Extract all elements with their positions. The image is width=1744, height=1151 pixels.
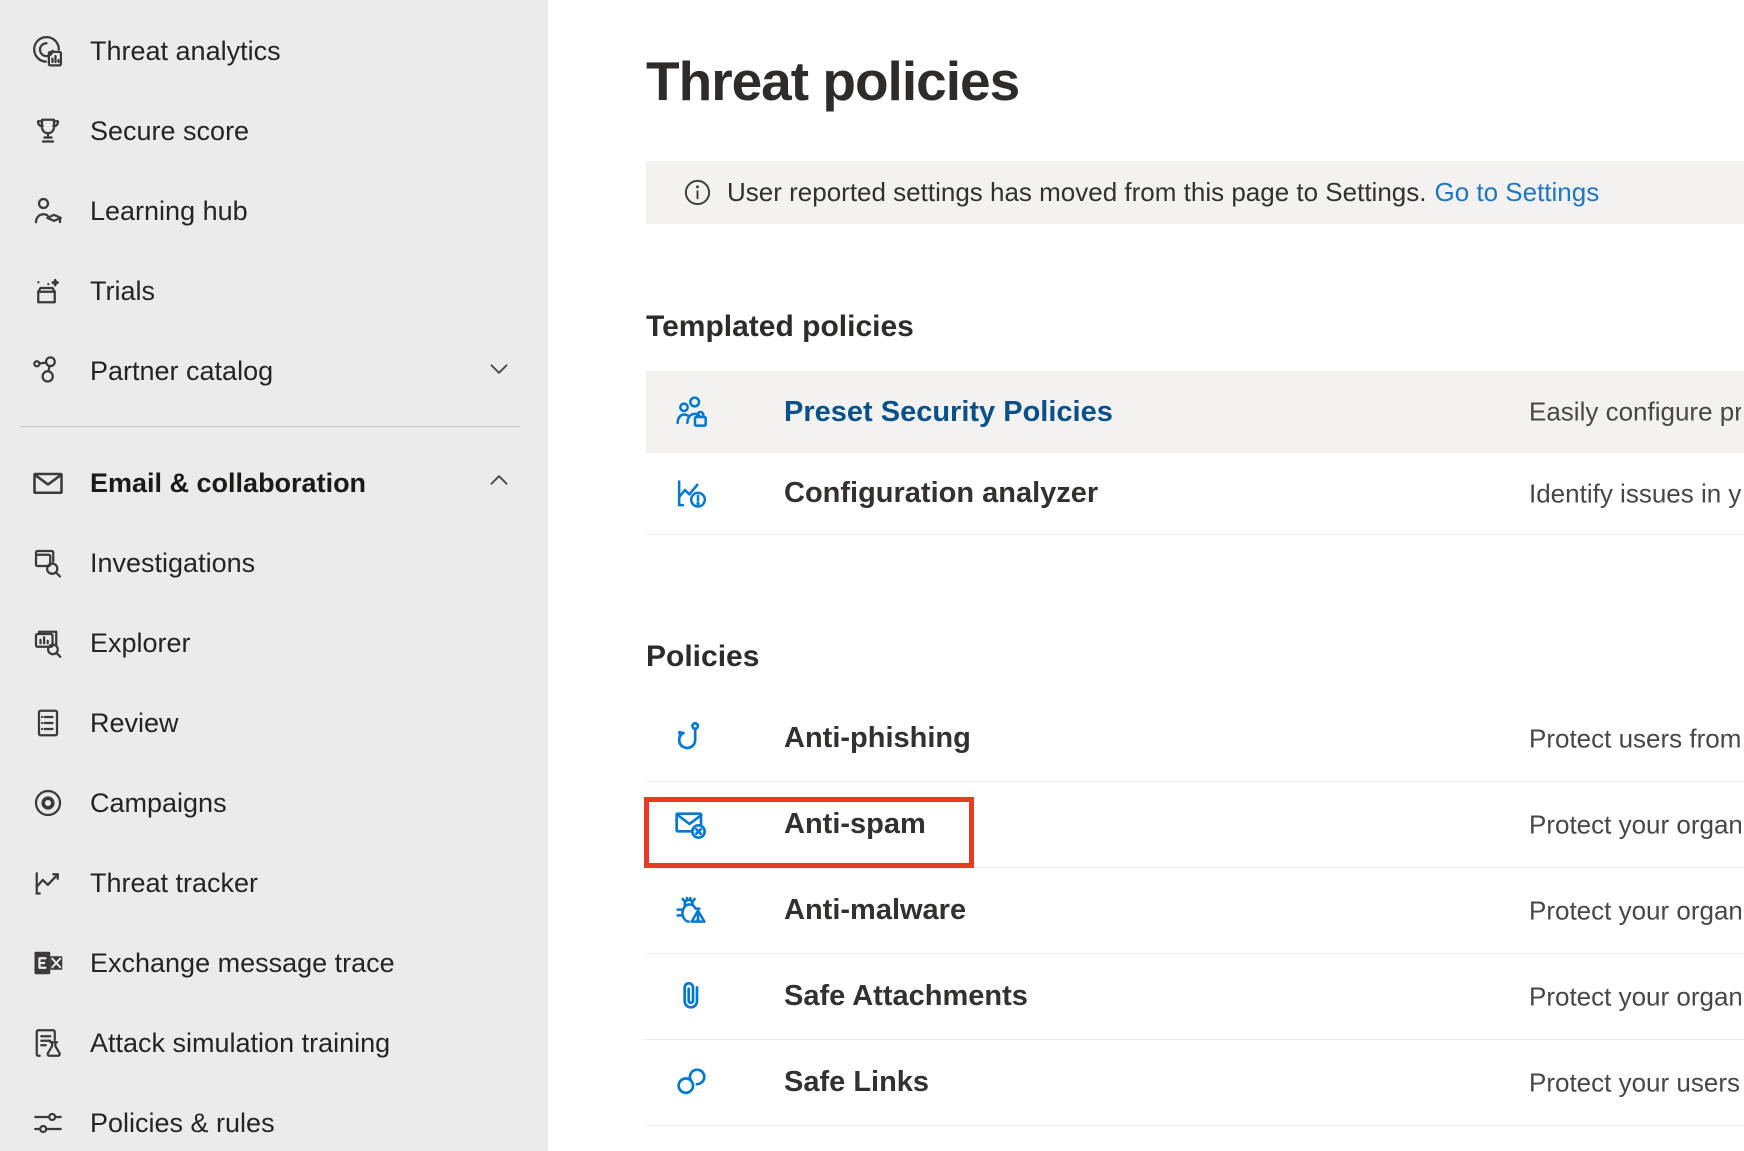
anti-phishing-icon (670, 717, 714, 761)
sidebar-item-policies-rules[interactable]: Policies & rules (0, 1083, 548, 1151)
row-label[interactable]: Anti-spam (784, 808, 926, 841)
row-description: Easily configure prot (1529, 397, 1741, 428)
row-anti-phishing[interactable]: Anti-phishing Protect users from p (646, 696, 1744, 782)
sidebar-item-trials[interactable]: Trials (0, 251, 548, 331)
row-description: Protect your organiz (1529, 895, 1741, 926)
row-safe-attachments[interactable]: Safe Attachments Protect your organiz (646, 954, 1744, 1040)
page-title: Threat policies (646, 50, 1744, 112)
partner-catalog-icon (30, 353, 66, 389)
row-anti-spam[interactable]: Anti-spam Protect your organiz (646, 782, 1744, 868)
sidebar-item-label: Email & collaboration (90, 468, 366, 499)
sidebar-item-label: Campaigns (90, 788, 227, 819)
exchange-message-trace-icon (30, 945, 66, 981)
sidebar-item-label: Investigations (90, 548, 255, 579)
sidebar-item-learning-hub[interactable]: Learning hub (0, 171, 548, 251)
info-icon (682, 177, 713, 208)
sidebar-item-label: Secure score (90, 116, 249, 147)
sidebar-item-label: Exchange message trace (90, 948, 395, 979)
sidebar-item-email-collaboration[interactable]: Email & collaboration (0, 443, 548, 523)
attack-simulation-training-icon (30, 1025, 66, 1061)
configuration-analyzer-icon (670, 472, 714, 516)
sidebar-divider (20, 426, 520, 427)
row-label[interactable]: Safe Attachments (784, 980, 1028, 1013)
campaigns-icon (30, 785, 66, 821)
row-description: Protect your organiz (1529, 981, 1741, 1012)
row-label[interactable]: Anti-phishing (784, 722, 971, 755)
row-description: Identify issues in you (1529, 478, 1741, 509)
banner-text: User reported settings has moved from th… (727, 177, 1426, 208)
sidebar-item-threat-analytics[interactable]: Threat analytics (0, 11, 548, 91)
sidebar-item-secure-score[interactable]: Secure score (0, 91, 548, 171)
sidebar-item-investigations[interactable]: Investigations (0, 523, 548, 603)
main-content: Threat policies User reported settings h… (548, 0, 1744, 1151)
sidebar-item-label: Learning hub (90, 196, 248, 227)
sidebar-item-review[interactable]: Review (0, 683, 548, 763)
sidebar-item-partner-catalog[interactable]: Partner catalog (0, 331, 548, 411)
sidebar-item-label: Threat tracker (90, 868, 258, 899)
sidebar-item-label: Explorer (90, 628, 191, 659)
chevron-up-icon[interactable] (486, 468, 512, 499)
sidebar-item-label: Threat analytics (90, 36, 281, 67)
sidebar-item-label: Review (90, 708, 179, 739)
learning-hub-icon (30, 193, 66, 229)
row-preset-security-policies[interactable]: Preset Security Policies Easily configur… (646, 371, 1744, 453)
anti-malware-icon (670, 889, 714, 933)
sidebar-item-label: Partner catalog (90, 356, 273, 387)
templated-policies-list: Preset Security Policies Easily configur… (646, 371, 1744, 535)
sidebar-item-label: Policies & rules (90, 1108, 275, 1139)
threat-tracker-icon (30, 865, 66, 901)
sidebar-item-attack-simulation-training[interactable]: Attack simulation training (0, 1003, 548, 1083)
sidebar-item-exchange-message-trace[interactable]: Exchange message trace (0, 923, 548, 1003)
secure-score-icon (30, 113, 66, 149)
section-heading-templated-policies: Templated policies (646, 309, 1744, 345)
chevron-down-icon[interactable] (486, 356, 512, 387)
info-banner: User reported settings has moved from th… (646, 161, 1744, 224)
row-label[interactable]: Configuration analyzer (784, 477, 1098, 510)
review-icon (30, 705, 66, 741)
email-collaboration-icon (30, 465, 66, 501)
sidebar: Threat analytics Secure score Learning h… (0, 0, 548, 1151)
sidebar-item-threat-tracker[interactable]: Threat tracker (0, 843, 548, 923)
sidebar-item-explorer[interactable]: Explorer (0, 603, 548, 683)
row-label[interactable]: Anti-malware (784, 894, 966, 927)
sidebar-item-label: Trials (90, 276, 155, 307)
sidebar-item-campaigns[interactable]: Campaigns (0, 763, 548, 843)
row-description: Protect users from p (1529, 723, 1741, 754)
policies-rules-icon (30, 1105, 66, 1141)
row-label[interactable]: Safe Links (784, 1066, 929, 1099)
safe-links-icon (670, 1061, 714, 1105)
row-configuration-analyzer[interactable]: Configuration analyzer Identify issues i… (646, 453, 1744, 535)
trials-icon (30, 273, 66, 309)
policies-list: Anti-phishing Protect users from p Anti-… (646, 696, 1744, 1126)
row-label[interactable]: Preset Security Policies (784, 396, 1113, 429)
explorer-icon (30, 625, 66, 661)
go-to-settings-link[interactable]: Go to Settings (1434, 177, 1599, 208)
threat-analytics-icon (30, 33, 66, 69)
row-description: Protect your users fr (1529, 1067, 1741, 1098)
section-heading-policies: Policies (646, 639, 1744, 675)
preset-security-policies-icon (670, 390, 714, 434)
sidebar-item-label: Attack simulation training (90, 1028, 390, 1059)
row-anti-malware[interactable]: Anti-malware Protect your organiz (646, 868, 1744, 954)
row-safe-links[interactable]: Safe Links Protect your users fr (646, 1040, 1744, 1126)
row-description: Protect your organiz (1529, 809, 1741, 840)
anti-spam-icon (670, 803, 714, 847)
safe-attachments-icon (670, 975, 714, 1019)
investigations-icon (30, 545, 66, 581)
